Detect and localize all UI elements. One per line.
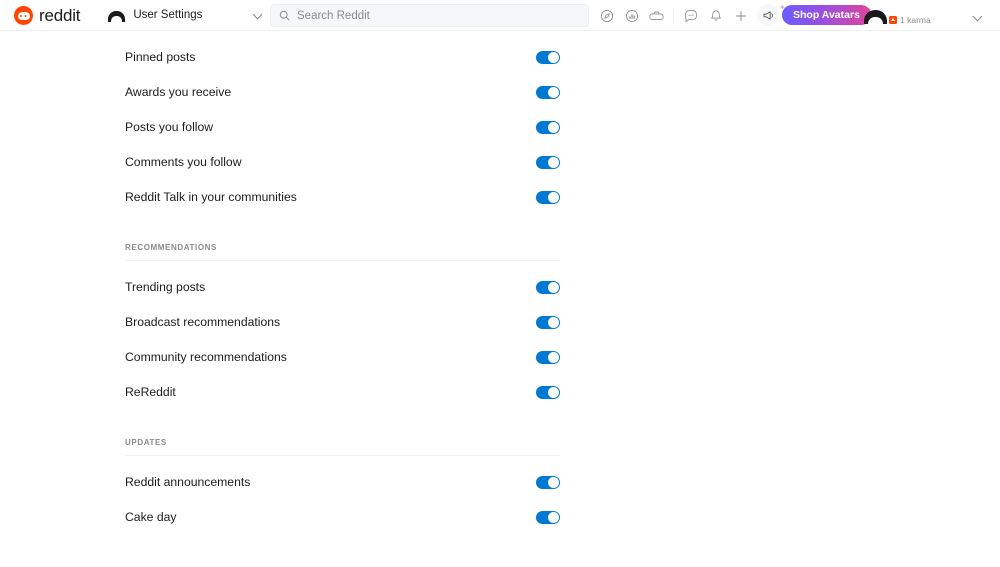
preference-toggle[interactable] (536, 121, 560, 134)
section-title: RECOMMENDATIONS (125, 243, 217, 252)
preference-toggle[interactable] (536, 191, 560, 204)
preference-row: Community recommendations (125, 340, 560, 375)
preference-toggle[interactable] (536, 386, 560, 399)
reddit-snoo-icon (14, 5, 33, 25)
reddit-home-logo[interactable]: reddit (14, 5, 81, 25)
preference-row: Reddit Talk in your communities (125, 180, 560, 215)
preference-toggle[interactable] (536, 511, 560, 524)
gaming-icon[interactable] (644, 3, 669, 28)
preference-row: Pinned posts (125, 40, 560, 75)
chat-icon[interactable] (678, 3, 703, 28)
user-avatar-icon (864, 7, 887, 25)
preference-row: Awards you receive (125, 75, 560, 110)
toggle-knob (548, 477, 559, 488)
preferences-sections: RECOMMENDATIONS Trending posts Broadcast r… (125, 244, 560, 535)
preference-label: Trending posts (125, 280, 206, 295)
section-title: UPDATES (125, 438, 167, 447)
preference-row: ReReddit (125, 375, 560, 410)
preference-label: ReReddit (125, 385, 176, 400)
avatar-icon (108, 9, 126, 23)
section-header: RECOMMENDATIONS (125, 244, 560, 261)
section-body: Reddit announcements Cake day (125, 456, 560, 535)
navigation-icon-group (594, 0, 753, 31)
search-input[interactable] (297, 9, 580, 22)
notification-preferences-column: Pinned posts Awards you receive Posts you … (125, 40, 560, 535)
chevron-down-icon (254, 11, 262, 19)
preference-label: Broadcast recommendations (125, 315, 281, 330)
popular-icon[interactable] (619, 3, 644, 28)
preference-row: Posts you follow (125, 110, 560, 145)
megaphone-icon[interactable] (757, 4, 779, 26)
preference-label: Reddit Talk in your communities (125, 190, 297, 205)
preference-label: Pinned posts (125, 50, 196, 65)
section-header: UPDATES (125, 439, 560, 456)
preference-toggle[interactable] (536, 86, 560, 99)
preference-label: Community recommendations (125, 350, 287, 365)
preference-label: Awards you receive (125, 85, 232, 100)
toggle-knob (548, 352, 559, 363)
shop-avatars-button[interactable]: Shop Avatars (782, 5, 871, 25)
user-settings-switcher-label: User Settings (133, 9, 203, 21)
preference-label: Comments you follow (125, 155, 242, 170)
preference-row: Trending posts (125, 270, 560, 305)
preference-toggle[interactable] (536, 281, 560, 294)
karma-icon (889, 16, 897, 24)
search-bar[interactable] (270, 4, 589, 27)
preference-row: Reddit announcements (125, 465, 560, 500)
preference-label: Posts you follow (125, 120, 214, 135)
settings-content: Pinned posts Awards you receive Posts you … (0, 31, 1000, 535)
toggle-knob (548, 87, 559, 98)
karma-display: 1 karma (889, 15, 931, 25)
karma-label: 1 karma (900, 15, 931, 25)
user-account-menu[interactable]: 1 karma (862, 2, 990, 29)
toggle-knob (548, 387, 559, 398)
preference-row: Broadcast recommendations (125, 305, 560, 340)
search-icon (279, 10, 290, 21)
preference-row: Cake day (125, 500, 560, 535)
preference-toggle[interactable] (536, 316, 560, 329)
toggle-knob (548, 122, 559, 133)
notifications-bell-icon[interactable] (703, 3, 728, 28)
preference-toggle[interactable] (536, 476, 560, 489)
icon-divider (673, 7, 674, 24)
preference-toggle[interactable] (536, 156, 560, 169)
chevron-down-icon (974, 13, 982, 21)
user-settings-switcher[interactable]: User Settings (102, 1, 268, 30)
toggle-knob (548, 52, 559, 63)
section-body: Trending posts Broadcast recommendations C… (125, 261, 560, 410)
explore-icon[interactable] (594, 3, 619, 28)
preference-label: Cake day (125, 510, 177, 525)
toggle-knob (548, 512, 559, 523)
toggle-knob (548, 192, 559, 203)
toggle-knob (548, 282, 559, 293)
toggle-knob (548, 317, 559, 328)
preference-row: Comments you follow (125, 145, 560, 180)
toggle-knob (548, 157, 559, 168)
preference-toggle[interactable] (536, 351, 560, 364)
preference-toggle[interactable] (536, 51, 560, 64)
top-navigation-bar: reddit User Settings Search Reddit ✦ ✦ S… (0, 0, 1000, 31)
preference-label: Reddit announcements (125, 475, 251, 490)
reddit-wordmark: reddit (39, 5, 81, 25)
create-post-plus-icon[interactable] (728, 3, 753, 28)
preferences-group-top: Pinned posts Awards you receive Posts you … (125, 40, 560, 215)
